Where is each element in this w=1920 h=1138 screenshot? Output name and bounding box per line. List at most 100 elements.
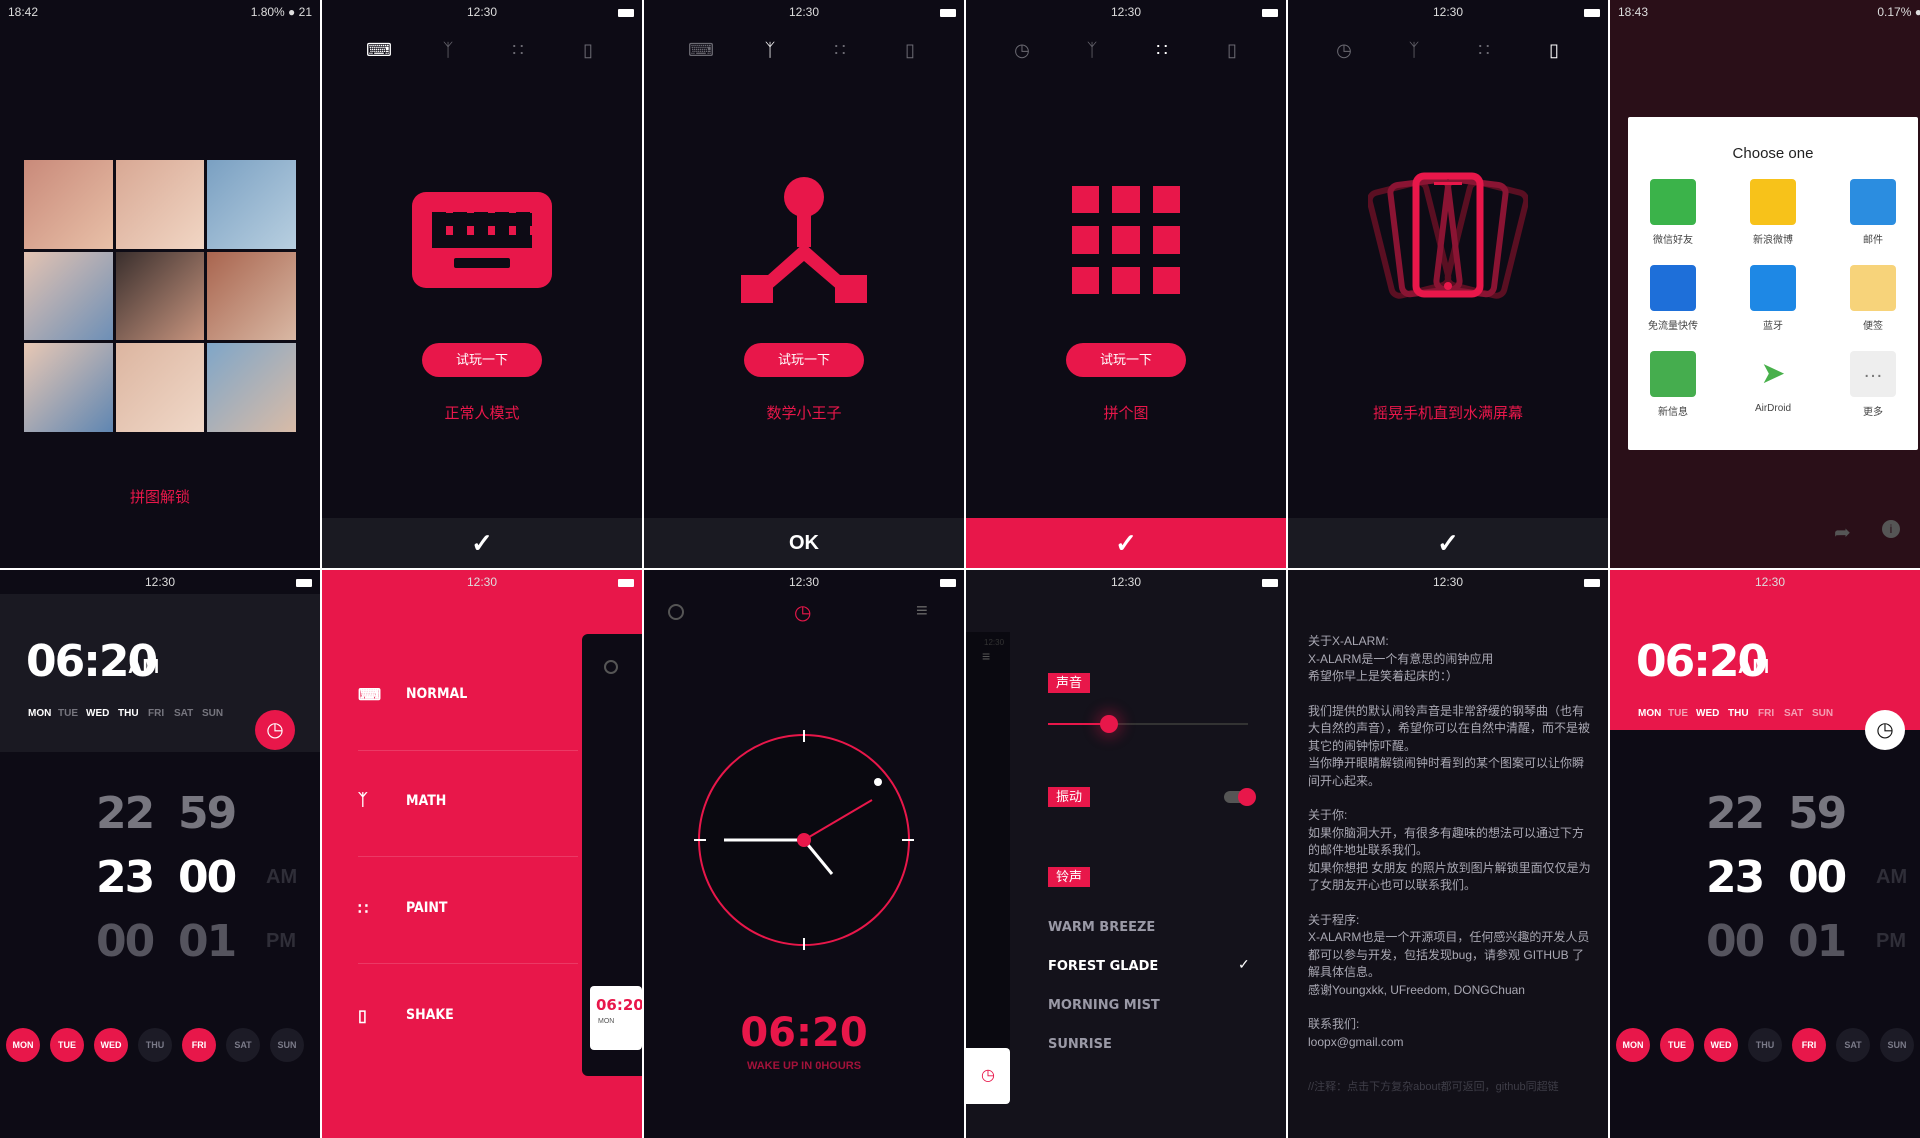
- phone-shake-icon[interactable]: ▯: [1542, 38, 1566, 62]
- ringtone-option[interactable]: MORNING MIST: [1048, 998, 1160, 1013]
- keyboard-icon: [412, 192, 552, 288]
- menu-item-shake[interactable]: ▯ SHAKE: [358, 1001, 578, 1031]
- try-button[interactable]: 试玩一下: [422, 343, 542, 377]
- grid-icon[interactable]: ∷: [1150, 38, 1174, 62]
- ringtone-option-selected[interactable]: FOREST GLADE: [1048, 959, 1158, 974]
- minute-selected[interactable]: 00: [1788, 852, 1847, 903]
- puzzle-tile[interactable]: [115, 343, 205, 432]
- branch-icon[interactable]: ᛉ: [436, 38, 460, 62]
- menu-icon[interactable]: ≡: [916, 600, 928, 623]
- ringtone-option[interactable]: WARM BREEZE: [1048, 920, 1155, 935]
- meridiem-am[interactable]: AM: [266, 866, 297, 889]
- puzzle-tile[interactable]: [24, 251, 113, 341]
- day-toggle[interactable]: FRI: [182, 1028, 216, 1062]
- hour-prev[interactable]: 22: [1706, 788, 1765, 839]
- day-toggle[interactable]: SAT: [226, 1028, 260, 1062]
- share-airdroid[interactable]: ➤ AirDroid: [1733, 351, 1813, 414]
- vibrate-toggle[interactable]: [1224, 788, 1256, 806]
- puzzle-grid[interactable]: [24, 160, 296, 432]
- keyboard-icon[interactable]: ⌨: [366, 38, 392, 62]
- alarm-icon[interactable]: ◷: [1010, 38, 1034, 62]
- day-toggle[interactable]: MON: [6, 1028, 40, 1062]
- grid-icon[interactable]: ∷: [1472, 38, 1496, 62]
- day-toggle[interactable]: THU: [1748, 1028, 1782, 1062]
- share-wechat[interactable]: 微信好友: [1633, 179, 1713, 246]
- hour-next[interactable]: 00: [96, 916, 155, 967]
- day-toggle[interactable]: MON: [1616, 1028, 1650, 1062]
- day-toggle[interactable]: SUN: [1880, 1028, 1914, 1062]
- share-message[interactable]: 新信息: [1633, 351, 1713, 418]
- info-icon[interactable]: i: [1882, 520, 1900, 538]
- meridiem-pm[interactable]: PM: [1876, 930, 1906, 953]
- confirm-button[interactable]: ✓: [322, 518, 642, 568]
- minute-selected[interactable]: 00: [178, 852, 237, 903]
- hour-selected[interactable]: 23: [1706, 852, 1765, 903]
- slider-thumb[interactable]: [1100, 715, 1118, 733]
- menu-item-normal[interactable]: ⌨ NORMAL: [358, 680, 578, 710]
- status-bar: 12:30: [644, 570, 964, 594]
- branch-icon[interactable]: ᛉ: [758, 38, 782, 62]
- minute-next[interactable]: 01: [1788, 916, 1847, 967]
- confirm-button[interactable]: ✓: [1288, 518, 1608, 568]
- branch-icon[interactable]: ᛉ: [1402, 38, 1426, 62]
- grid-icon[interactable]: ∷: [506, 38, 530, 62]
- volume-slider[interactable]: [1048, 715, 1248, 733]
- day-toggle[interactable]: TUE: [50, 1028, 84, 1062]
- day-toggle[interactable]: WED: [1704, 1028, 1738, 1062]
- puzzle-tile[interactable]: [207, 251, 296, 341]
- phone-shake-icon[interactable]: ▯: [576, 38, 600, 62]
- meridiem-am[interactable]: AM: [1876, 866, 1907, 889]
- grid-icon[interactable]: ∷: [828, 38, 852, 62]
- settings-icon[interactable]: [604, 660, 618, 674]
- alarm-card[interactable]: ◷: [966, 1048, 1010, 1104]
- try-button[interactable]: 试玩一下: [744, 343, 864, 377]
- vibrate-icon[interactable]: ▯: [898, 38, 922, 62]
- menu-item-paint[interactable]: ∷ PAINT: [358, 894, 578, 924]
- puzzle-tile[interactable]: [207, 343, 296, 432]
- ringtone-option[interactable]: SUNRISE: [1048, 1037, 1112, 1052]
- day-toggle[interactable]: WED: [94, 1028, 128, 1062]
- settings-icon[interactable]: [668, 604, 684, 620]
- share-bluetooth[interactable]: 蓝牙: [1733, 265, 1813, 332]
- alarm-clock-icon[interactable]: ◷: [794, 600, 811, 625]
- hour-selected[interactable]: 23: [96, 852, 155, 903]
- puzzle-tile[interactable]: [24, 160, 113, 249]
- puzzle-tile[interactable]: [115, 160, 205, 249]
- about-section: 关于X-ALARM: X-ALARM是一个有意思的闹钟应用 希望你早上是笑着起床的：…: [1308, 634, 1494, 683]
- day-toggle[interactable]: FRI: [1792, 1028, 1826, 1062]
- minute-next[interactable]: 01: [178, 916, 237, 967]
- try-button[interactable]: 试玩一下: [1066, 343, 1186, 377]
- ok-button[interactable]: OK: [644, 518, 964, 568]
- share-notes[interactable]: 便签: [1833, 265, 1913, 332]
- menu-item-math[interactable]: ᛉ MATH: [358, 787, 578, 817]
- minute-prev[interactable]: 59: [1788, 788, 1847, 839]
- day-toggle[interactable]: SAT: [1836, 1028, 1870, 1062]
- day-toggle[interactable]: TUE: [1660, 1028, 1694, 1062]
- hour-prev[interactable]: 22: [96, 788, 155, 839]
- phone-shake-icon[interactable]: ▯: [1220, 38, 1244, 62]
- puzzle-tile[interactable]: [207, 160, 296, 249]
- share-transfer[interactable]: 免流量快传: [1633, 265, 1713, 332]
- share-email[interactable]: 邮件: [1833, 179, 1913, 246]
- hour-next[interactable]: 00: [1706, 916, 1765, 967]
- alarm-icon[interactable]: ◷: [1332, 38, 1356, 62]
- share-icon[interactable]: ➦: [1834, 520, 1851, 545]
- alarm-off-button[interactable]: ◷: [1865, 710, 1905, 750]
- keyboard-icon[interactable]: ⌨: [688, 38, 714, 62]
- alarm-card[interactable]: 06:20 MON: [590, 986, 642, 1050]
- checkmark-icon: ✓: [1238, 956, 1250, 972]
- share-more[interactable]: … 更多: [1833, 351, 1913, 418]
- day-toggle[interactable]: THU: [138, 1028, 172, 1062]
- share-weibo[interactable]: 新浪微博: [1733, 179, 1813, 246]
- branch-icon[interactable]: ᛉ: [1080, 38, 1104, 62]
- battery-icon: [1262, 578, 1278, 587]
- meridiem-pm[interactable]: PM: [266, 930, 296, 953]
- day-toggle[interactable]: SUN: [270, 1028, 304, 1062]
- email-link[interactable]: loopx@gmail.com: [1308, 1035, 1404, 1049]
- confirm-button[interactable]: ✓: [966, 518, 1286, 568]
- menu-icon[interactable]: ≡: [982, 648, 990, 664]
- puzzle-tile[interactable]: [24, 343, 113, 432]
- puzzle-tile[interactable]: [115, 251, 205, 341]
- minute-prev[interactable]: 59: [178, 788, 237, 839]
- alarm-toggle-button[interactable]: ◷: [255, 710, 295, 750]
